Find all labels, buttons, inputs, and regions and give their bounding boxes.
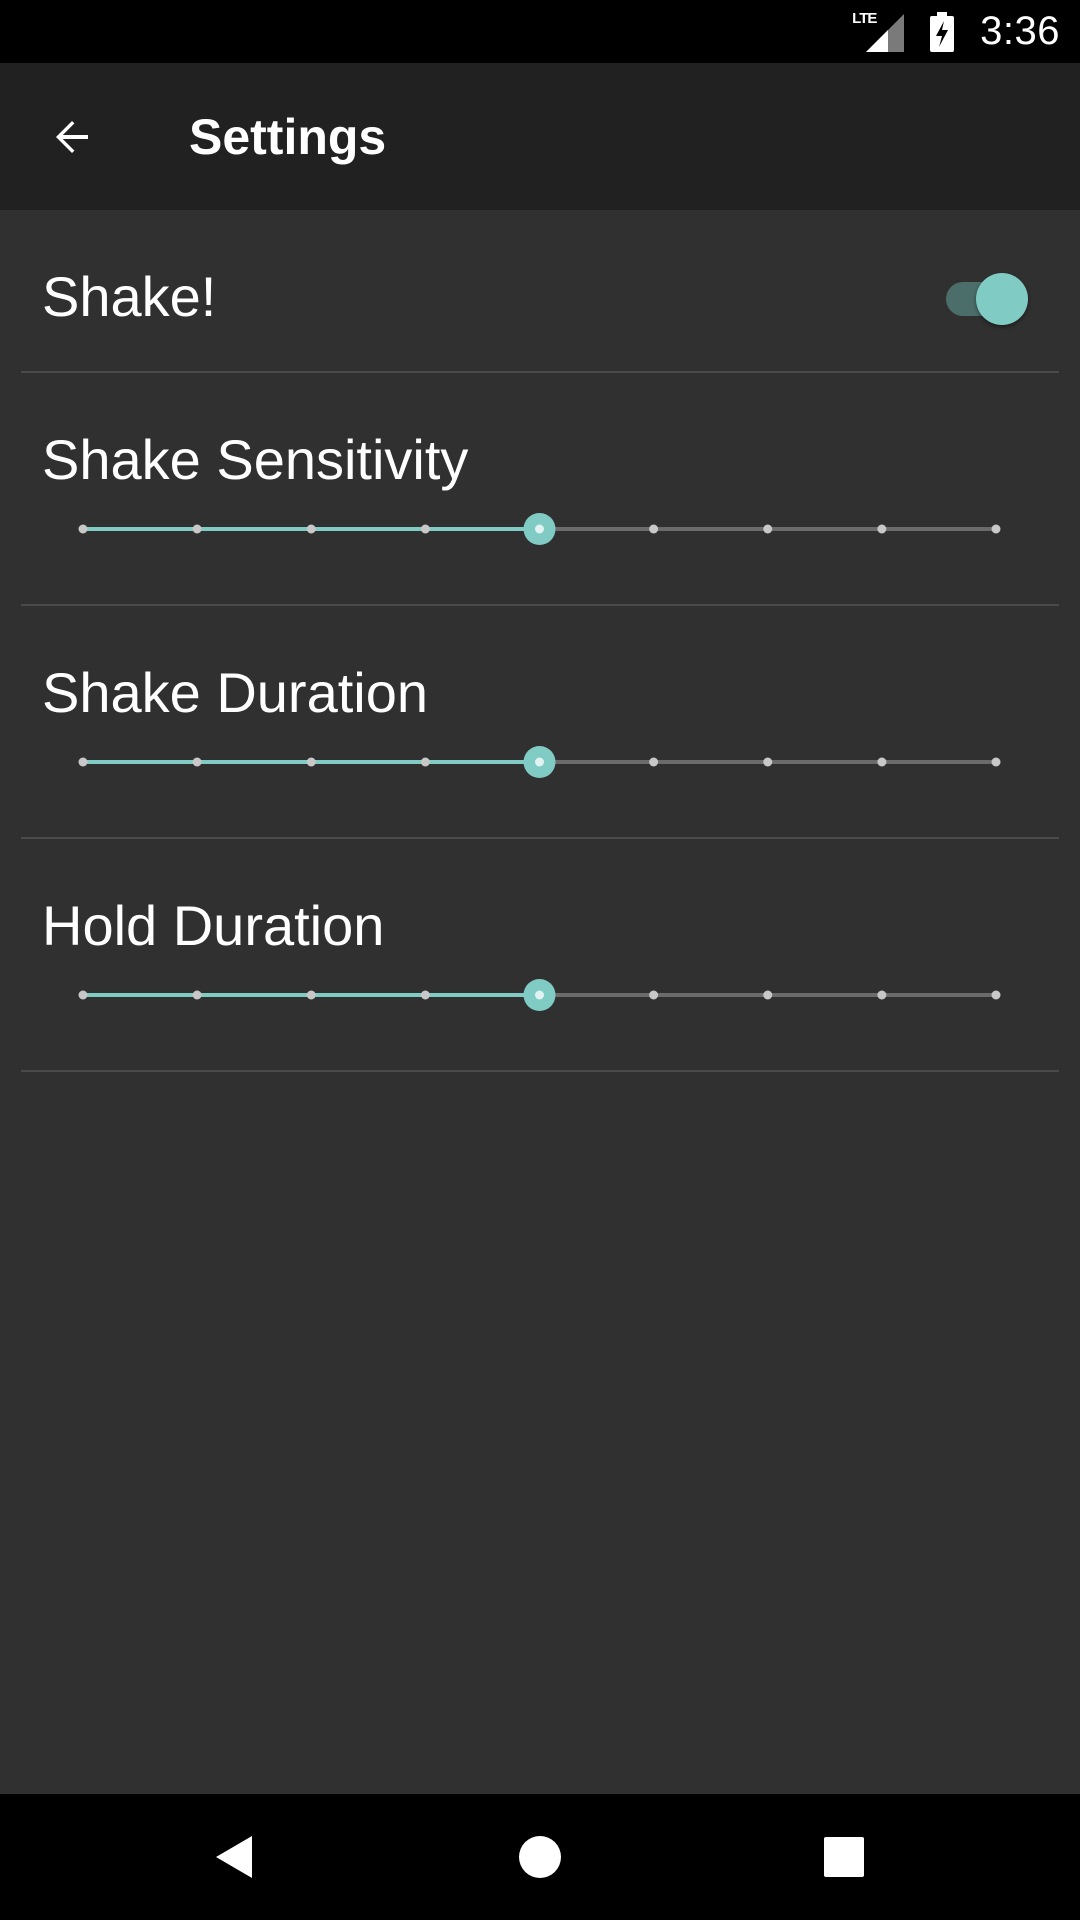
slider-tick xyxy=(78,524,88,534)
status-bar: LTE 3:36 xyxy=(0,0,1080,63)
slider-thumb-tick xyxy=(535,990,544,1000)
status-icons: LTE 3:36 xyxy=(852,0,1060,63)
nav-recents-button[interactable] xyxy=(809,1822,879,1892)
slider-tick xyxy=(763,757,773,767)
shake-toggle[interactable] xyxy=(944,270,1030,326)
slider-tick xyxy=(877,757,887,767)
slider-tick xyxy=(306,757,316,767)
slider-tick xyxy=(78,990,88,1000)
arrow-back-icon xyxy=(56,121,88,153)
slider-thumb-tick xyxy=(535,757,544,767)
back-button[interactable] xyxy=(38,103,106,171)
slider-tick xyxy=(991,524,1001,534)
nav-back-button[interactable] xyxy=(200,1822,270,1892)
slider-tick xyxy=(877,524,887,534)
slider-tick xyxy=(649,990,659,1000)
slider-tick xyxy=(78,757,88,767)
pref-shake[interactable]: Shake! xyxy=(0,210,1080,373)
slider-tick xyxy=(192,757,202,767)
slider-tick xyxy=(763,524,773,534)
nav-home-icon xyxy=(519,1836,561,1878)
page-title: Settings xyxy=(189,109,387,165)
slider-tick xyxy=(420,524,430,534)
slider-tick xyxy=(306,990,316,1000)
slider-tick xyxy=(420,757,430,767)
slider-tick xyxy=(649,757,659,767)
slider-tick xyxy=(763,990,773,1000)
preferences-list: Shake! Shake Sensitivity Shake Duration … xyxy=(0,210,1080,1072)
pref-shake-sensitivity: Shake Sensitivity xyxy=(0,373,1080,606)
slider-tick xyxy=(306,524,316,534)
pref-hold-duration: Hold Duration xyxy=(0,839,1080,1072)
shake-duration-slider[interactable] xyxy=(0,606,1080,839)
battery-charging-icon xyxy=(930,11,955,52)
slider-tick xyxy=(991,990,1001,1000)
lte-signal-icon: LTE xyxy=(852,10,905,52)
nav-recents-icon xyxy=(824,1837,864,1877)
divider xyxy=(21,1070,1059,1072)
hold-duration-slider[interactable] xyxy=(0,839,1080,1072)
slider-tick xyxy=(649,524,659,534)
status-time: 3:36 xyxy=(980,9,1060,53)
slider-tick xyxy=(420,990,430,1000)
slider-tick xyxy=(991,757,1001,767)
nav-back-icon xyxy=(216,1836,252,1878)
pref-shake-duration: Shake Duration xyxy=(0,606,1080,839)
toggle-thumb xyxy=(976,273,1028,325)
navigation-bar xyxy=(0,1794,1080,1920)
slider-tick xyxy=(192,524,202,534)
shake-sensitivity-slider[interactable] xyxy=(0,373,1080,606)
slider-tick xyxy=(192,990,202,1000)
slider-thumb-tick xyxy=(535,524,544,534)
nav-home-button[interactable] xyxy=(505,1822,575,1892)
app-bar: Settings xyxy=(0,63,1080,210)
pref-shake-title: Shake! xyxy=(42,265,217,328)
slider-tick xyxy=(877,990,887,1000)
